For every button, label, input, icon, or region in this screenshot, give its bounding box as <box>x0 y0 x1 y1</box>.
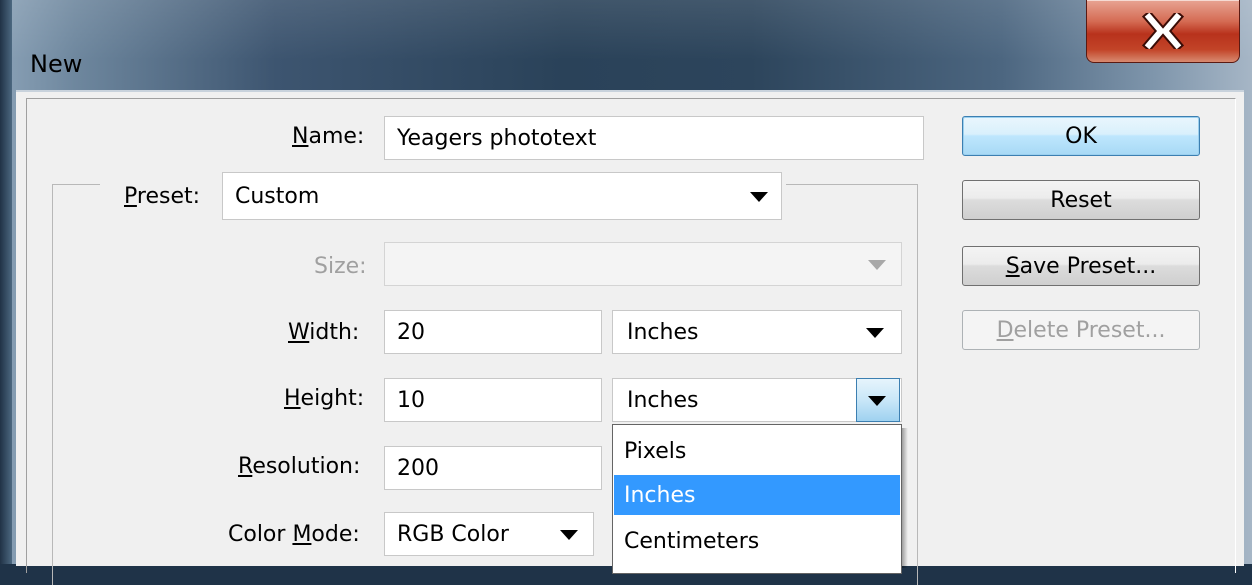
unit-dropdown-list: Pixels Inches Centimeters <box>612 424 902 574</box>
preset-select[interactable]: Custom <box>222 172 782 220</box>
frame-left-edge <box>0 0 12 564</box>
width-label: Width: <box>288 320 360 345</box>
size-label: Size: <box>314 254 367 279</box>
save-preset-button[interactable]: Save Preset... <box>962 246 1200 286</box>
resolution-input[interactable]: 200 <box>384 446 602 490</box>
ok-button[interactable]: OK <box>962 116 1200 156</box>
window-title: New <box>30 50 83 78</box>
width-input[interactable]: 20 <box>384 310 602 354</box>
height-label: Height: <box>284 386 365 411</box>
preset-chevron-down-icon <box>750 192 768 202</box>
preset-label: Preset: <box>124 184 201 209</box>
height-unit-chevron-down-icon <box>868 396 886 406</box>
reset-button[interactable]: Reset <box>962 180 1200 220</box>
size-chevron-down-icon <box>868 260 886 270</box>
color-mode-label: Color Mode: <box>228 522 360 547</box>
color-mode-value: RGB Color <box>397 521 509 547</box>
dropdown-option-centimeters[interactable]: Centimeters <box>614 521 900 561</box>
color-mode-chevron-down-icon <box>560 530 578 540</box>
close-icon <box>1087 0 1239 62</box>
dropdown-option-pixels[interactable]: Pixels <box>614 431 900 471</box>
close-button[interactable] <box>1086 0 1240 63</box>
width-unit-select[interactable]: Inches <box>612 310 902 354</box>
height-unit-value: Inches <box>627 387 699 413</box>
size-select <box>384 242 902 286</box>
height-input[interactable]: 10 <box>384 378 602 422</box>
name-input[interactable]: Yeagers phototext <box>384 116 924 160</box>
width-unit-value: Inches <box>627 319 699 345</box>
dropdown-option-inches[interactable]: Inches <box>614 475 900 515</box>
preset-value: Custom <box>235 183 320 209</box>
name-label: Name: <box>292 124 365 149</box>
frame-highlight <box>0 0 1252 100</box>
resolution-label: Resolution: <box>238 454 361 479</box>
dropdown-shadow <box>902 428 908 568</box>
width-unit-chevron-down-icon <box>866 328 884 338</box>
delete-preset-button: Delete Preset... <box>962 310 1200 350</box>
